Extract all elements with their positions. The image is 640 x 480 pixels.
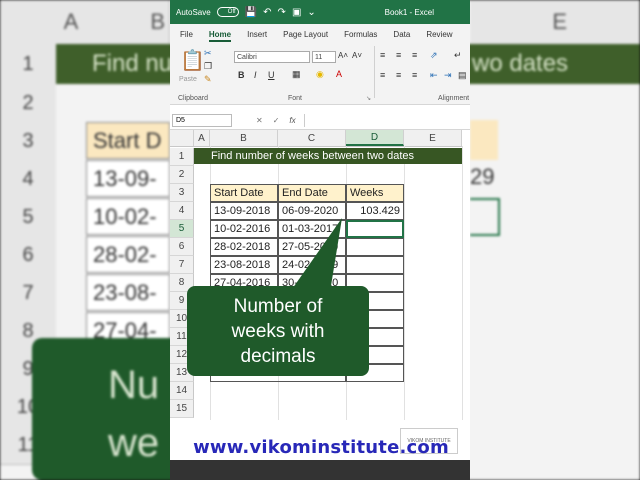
bottom-strip <box>170 460 470 480</box>
callout-pointer <box>290 218 342 292</box>
watermark-url: www.vikominstitute.com <box>193 436 449 458</box>
callout-pointer-shape <box>290 218 342 292</box>
callout-bubble: Number of weeks with decimals <box>187 286 369 376</box>
